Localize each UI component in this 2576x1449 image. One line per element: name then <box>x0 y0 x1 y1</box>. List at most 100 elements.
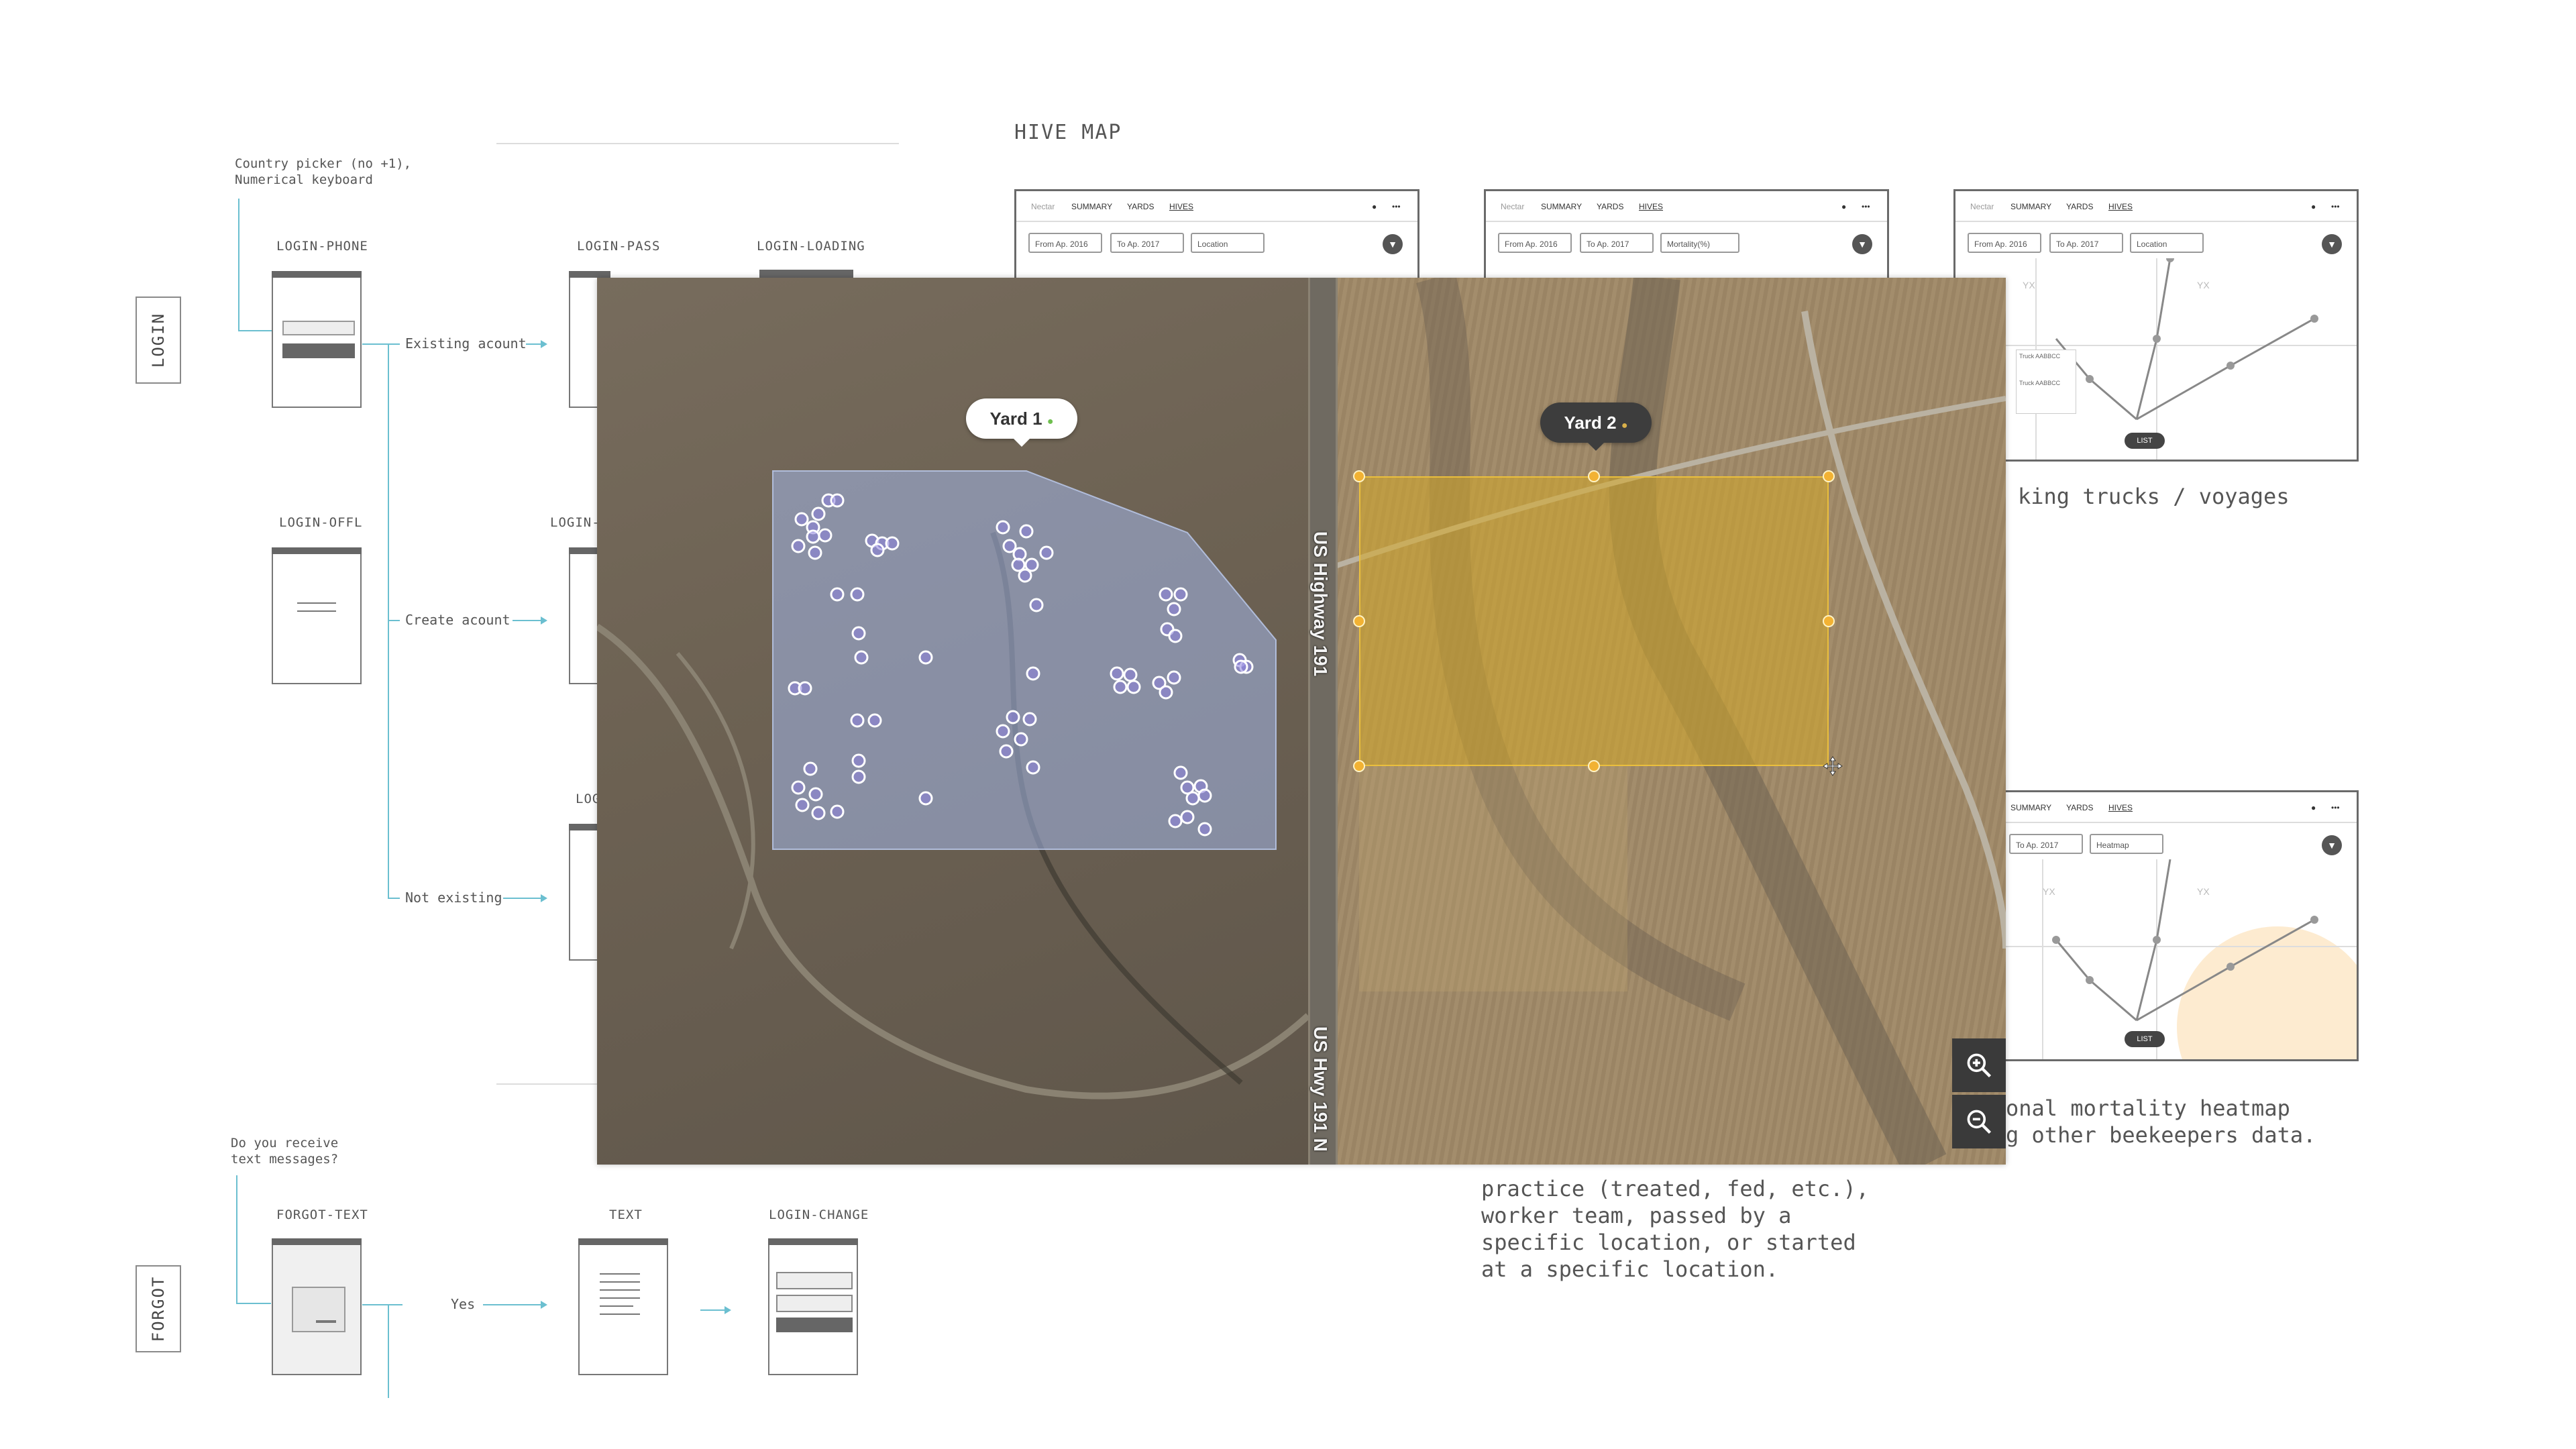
hive-marker[interactable] <box>999 744 1014 759</box>
resize-handle[interactable] <box>1823 470 1835 482</box>
hive-marker[interactable] <box>830 493 845 508</box>
hive-marker[interactable] <box>918 650 933 665</box>
resize-handle[interactable] <box>1353 470 1365 482</box>
hive-marker[interactable] <box>794 512 809 527</box>
login-change-screen[interactable] <box>768 1238 858 1375</box>
to-select[interactable]: To Ap. 2017 <box>1580 233 1654 253</box>
hive-marker[interactable] <box>1026 666 1040 681</box>
hive-marker[interactable] <box>1039 545 1054 560</box>
branch-tick-1 <box>388 343 400 345</box>
hive-marker[interactable] <box>830 804 845 819</box>
login-offline-screen[interactable] <box>272 547 362 684</box>
hive-marker[interactable] <box>1113 680 1128 694</box>
hive-marker[interactable] <box>918 791 933 806</box>
resize-handle[interactable] <box>1588 470 1600 482</box>
to-select[interactable]: To Ap. 2017 <box>1110 233 1184 253</box>
forgot-section-label: FORGOT <box>136 1265 181 1352</box>
metric-select[interactable]: Mortality(%) <box>1660 233 1739 253</box>
screen-label-login-change: LOGIN-CHANGE <box>769 1208 869 1222</box>
hive-marker[interactable] <box>1126 680 1141 694</box>
to-select[interactable]: To Ap. 2017 <box>2049 233 2123 253</box>
hive-marker[interactable] <box>808 545 822 560</box>
filter-icon[interactable]: ▼ <box>1852 234 1872 254</box>
truck-card[interactable]: Truck AABBCC Truck AABBCC <box>2016 350 2076 414</box>
heatmap-routes <box>1955 859 2357 1059</box>
hive-marker[interactable] <box>885 536 900 551</box>
from-select[interactable]: From Ap. 2016 <box>1498 233 1572 253</box>
hive-marker[interactable] <box>791 780 806 795</box>
hive-marker[interactable] <box>1168 814 1183 828</box>
list-button[interactable]: LIST <box>2125 1031 2165 1047</box>
hive-marker[interactable] <box>851 769 866 784</box>
hive-marker[interactable] <box>867 713 882 728</box>
hive-marker[interactable] <box>1110 666 1124 681</box>
hive-marker[interactable] <box>851 753 866 768</box>
hive-marker[interactable] <box>1173 765 1188 780</box>
hive-marker[interactable] <box>1006 710 1020 724</box>
hive-marker[interactable] <box>996 520 1010 535</box>
hive-marker[interactable] <box>870 543 885 557</box>
mockup-tracking[interactable]: Nectar SUMMARY YARDS HIVES ● ••• From Ap.… <box>1953 189 2359 462</box>
resize-handle[interactable] <box>1588 760 1600 772</box>
yard2-selection[interactable] <box>1359 476 1829 766</box>
yard1-label[interactable]: Yard 1 ● <box>966 398 1077 447</box>
hive-marker[interactable] <box>1180 810 1195 824</box>
hive-marker[interactable] <box>1167 602 1181 616</box>
hive-marker[interactable] <box>1185 791 1200 806</box>
hive-marker[interactable] <box>851 626 866 641</box>
hive-marker[interactable] <box>1026 760 1040 775</box>
hive-marker[interactable] <box>1197 788 1212 803</box>
metric-select[interactable]: Location <box>1191 233 1265 253</box>
resize-handle[interactable] <box>1353 760 1365 772</box>
zoom-in-button[interactable] <box>1952 1038 2006 1092</box>
hive-marker[interactable] <box>806 529 820 544</box>
branch-tick-3 <box>388 898 400 899</box>
to-select[interactable]: To Ap. 2017 <box>2009 834 2083 854</box>
hive-marker[interactable] <box>996 724 1010 739</box>
filter-icon[interactable]: ▼ <box>2322 835 2342 855</box>
hive-marker[interactable] <box>1018 568 1032 583</box>
hive-marker[interactable] <box>1159 587 1173 602</box>
resize-handle[interactable] <box>1823 615 1835 627</box>
hive-marker[interactable] <box>1022 712 1037 727</box>
yard2-label[interactable]: Yard 2 ● <box>1540 402 1652 451</box>
hive-marker[interactable] <box>791 539 806 553</box>
mockup-heatmap[interactable]: SUMMARY YARDS HIVES ●••• 2016 To Ap. 201… <box>1953 790 2359 1061</box>
hive-marker[interactable] <box>798 681 812 696</box>
hive-marker[interactable] <box>830 587 845 602</box>
login-phone-screen[interactable] <box>272 271 362 408</box>
hive-marker[interactable] <box>811 506 826 521</box>
from-select[interactable]: From Ap. 2016 <box>1028 233 1102 253</box>
metric-select[interactable]: Heatmap <box>2090 834 2163 854</box>
zoom-out-button[interactable] <box>1952 1095 2006 1148</box>
filter-icon[interactable]: ▼ <box>1383 234 1403 254</box>
list-button[interactable]: LIST <box>2125 433 2165 449</box>
hive-marker[interactable] <box>850 713 865 728</box>
hive-marker[interactable] <box>1014 732 1028 747</box>
hive-marker[interactable] <box>1159 685 1173 700</box>
hive-marker[interactable] <box>1197 822 1212 837</box>
hive-marker[interactable] <box>808 787 823 802</box>
hive-marker[interactable] <box>1029 598 1044 612</box>
from-select[interactable]: From Ap. 2016 <box>1968 233 2041 253</box>
hive-marker[interactable] <box>854 650 869 665</box>
forgot-text-screen[interactable] <box>272 1238 362 1375</box>
hive-marker[interactable] <box>1234 659 1248 674</box>
filter-icon[interactable]: ▼ <box>2322 234 2342 254</box>
hive-marker[interactable] <box>1167 670 1181 685</box>
hive-marker[interactable] <box>1168 629 1183 643</box>
metric-select[interactable]: Location <box>2130 233 2204 253</box>
hive-marker[interactable] <box>1173 587 1188 602</box>
hive-map-modal[interactable]: US Highway 191 US Hwy 191 N Yard 1 ● Yar… <box>597 278 2006 1165</box>
hive-marker[interactable] <box>811 806 826 820</box>
resize-handle[interactable] <box>1353 615 1365 627</box>
hive-marker[interactable] <box>803 761 818 776</box>
hive-marker[interactable] <box>795 798 810 812</box>
hive-marker[interactable] <box>850 587 865 602</box>
hive-marker[interactable] <box>1019 524 1034 539</box>
mock-nav: Nectar SUMMARY YARDS HIVES ● ••• <box>1955 191 2357 222</box>
hive-marker[interactable] <box>818 528 833 543</box>
hive-marker[interactable] <box>1123 667 1138 682</box>
branch-existing-account: Existing acount <box>405 335 527 352</box>
text-screen[interactable] <box>578 1238 668 1375</box>
